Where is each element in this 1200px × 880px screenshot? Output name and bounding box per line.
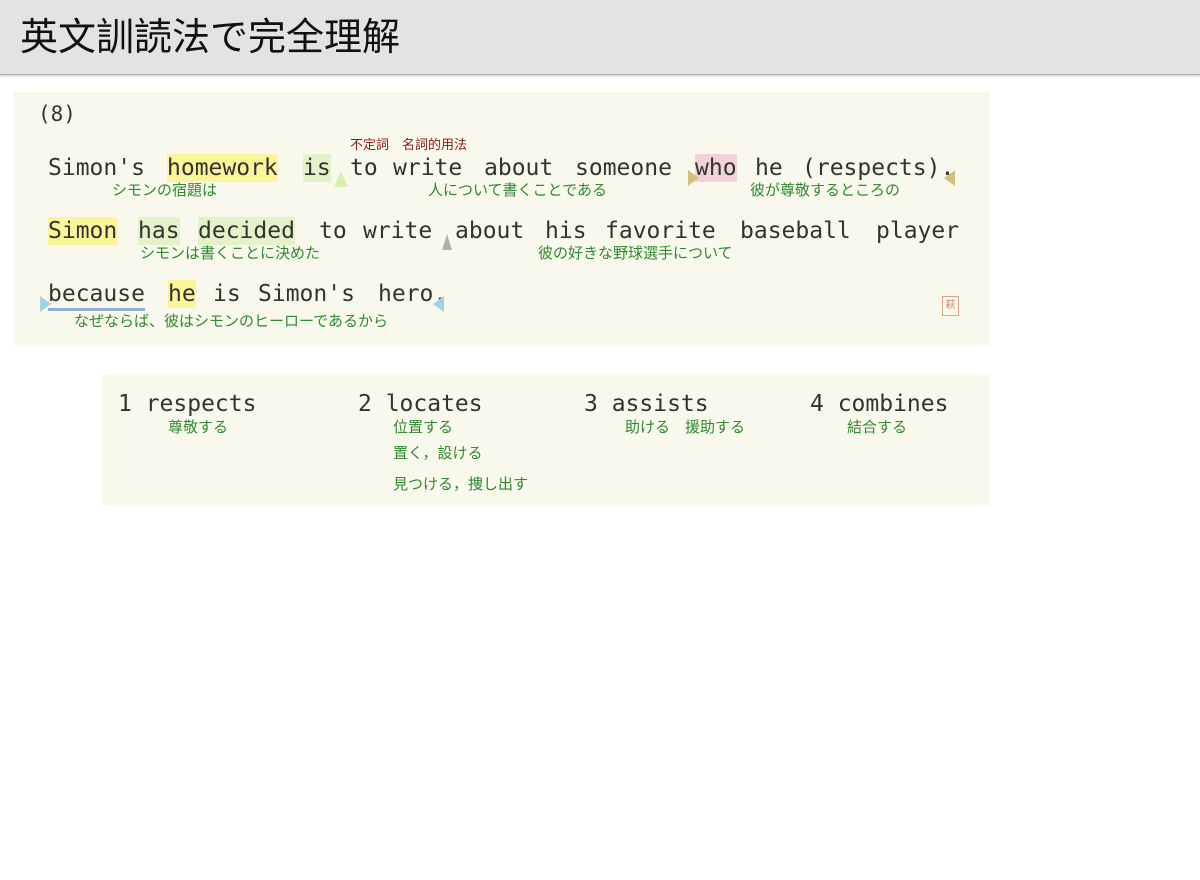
word: his — [545, 218, 587, 244]
word: someone — [575, 155, 672, 181]
word-highlighted: homework — [167, 154, 278, 182]
gloss-translation: 人について書くことである — [428, 181, 607, 199]
choice-gloss: 結合する — [847, 418, 908, 436]
choice-gloss: 尊敬する — [168, 418, 229, 436]
word: is — [213, 281, 241, 307]
word: Simon's — [258, 281, 355, 307]
triangle-marker-icon — [688, 170, 699, 186]
word-underlined: because — [48, 280, 145, 311]
page-title: 英文訓読法で完全理解 — [20, 15, 401, 59]
choice-gloss: 置く，設ける — [393, 444, 483, 462]
triangle-marker-icon — [433, 296, 444, 312]
choice-gloss: 見つける，捜し出す — [393, 475, 529, 493]
word: favorite — [605, 218, 716, 244]
triangle-marker-icon — [944, 170, 955, 186]
word-highlighted: Simon — [48, 217, 118, 245]
word: (respects). — [802, 155, 955, 181]
choice-option-3[interactable]: 3 assists — [584, 390, 709, 418]
word: player — [876, 218, 960, 244]
word-highlighted: decided — [198, 217, 295, 245]
word: write — [363, 218, 433, 244]
seal-stamp: 萩 — [942, 296, 959, 316]
word: baseball — [740, 218, 851, 244]
gloss-translation: 彼の好きな野球選手について — [538, 244, 733, 262]
gloss-translation: なぜならば、彼はシモンのヒーローであるから — [74, 312, 388, 330]
triangle-marker-icon — [40, 296, 51, 312]
word: Simon's — [48, 155, 145, 181]
word-highlighted: he — [168, 280, 196, 308]
gloss-translation: シモンは書くことに決めた — [140, 244, 321, 262]
gloss-translation: 彼が尊敬するところの — [750, 181, 901, 199]
header-bar: 英文訓読法で完全理解 — [0, 0, 1200, 75]
choice-option-4[interactable]: 4 combines — [810, 390, 948, 418]
word: write — [393, 155, 463, 181]
question-number: (8) — [38, 102, 76, 126]
word-highlighted: who — [695, 154, 737, 182]
word-highlighted: is — [303, 154, 331, 182]
triangle-marker-icon — [334, 171, 348, 187]
choice-gloss: 位置する — [393, 418, 454, 436]
word: he — [755, 155, 783, 181]
triangle-marker-icon — [442, 234, 452, 250]
choice-option-2[interactable]: 2 locates — [358, 390, 483, 418]
choice-gloss: 助ける 援助する — [625, 418, 746, 436]
grammar-note: 不定詞 名詞的用法 — [350, 138, 468, 153]
gloss-translation: シモンの宿題は — [112, 181, 218, 199]
word: about — [484, 155, 554, 181]
word: about — [455, 218, 525, 244]
choice-option-1[interactable]: 1 respects — [118, 390, 256, 418]
word-highlighted: has — [138, 217, 180, 245]
word: to — [319, 218, 347, 244]
word: to — [350, 155, 378, 181]
